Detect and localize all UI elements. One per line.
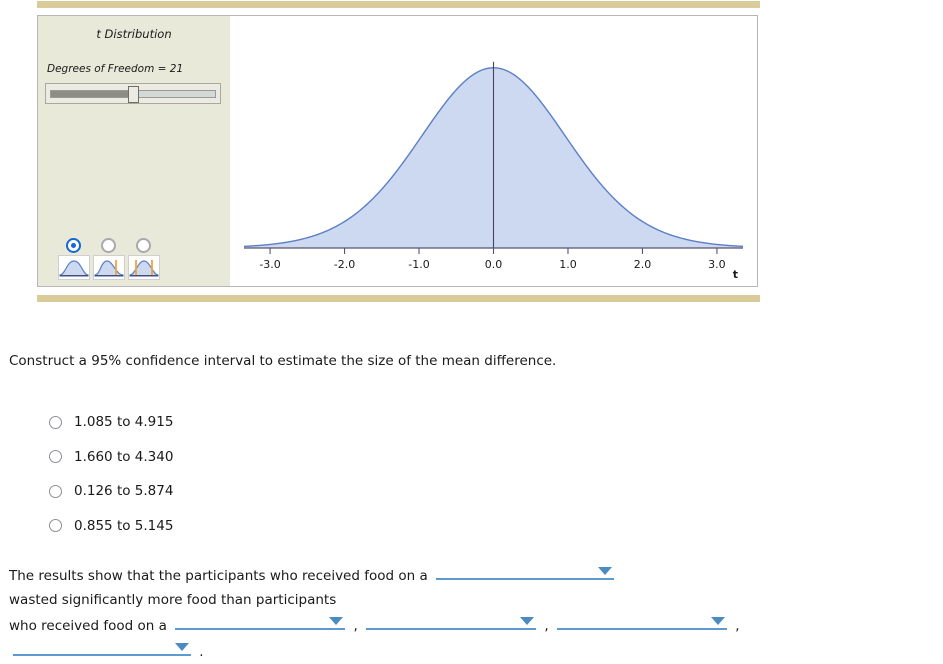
dropdown-plate-type-5[interactable] (13, 638, 191, 656)
two-tail-icon[interactable] (128, 255, 160, 280)
chevron-down-icon (329, 617, 344, 625)
conclusion-period: . (199, 644, 204, 660)
answer-radio-1[interactable] (49, 450, 62, 464)
slider-thumb[interactable] (128, 86, 139, 103)
one-tail-icon[interactable] (93, 255, 125, 280)
tail-mode-radio-group (58, 235, 218, 257)
x-tick-label-2: -1.0 (408, 258, 429, 271)
t-distribution-applet: t Distribution Degrees of Freedom = 21 -… (37, 15, 758, 287)
answer-label-0: 1.085 to 4.915 (74, 414, 174, 431)
dropdown-plate-type-2[interactable] (175, 612, 346, 630)
answer-choice-2[interactable]: 0.126 to 5.874 (49, 474, 449, 509)
degrees-of-freedom-slider[interactable] (45, 83, 221, 104)
degrees-of-freedom-label: Degrees of Freedom = 21 (47, 63, 184, 75)
conclusion-statement: The results show that the participants w… (9, 562, 934, 664)
question-prompt: Construct a 95% confidence interval to e… (9, 353, 557, 369)
chevron-down-icon (710, 617, 725, 625)
distribution-title: t Distribution (96, 27, 172, 41)
conclusion-fragment-3: who received food on a (9, 618, 167, 634)
x-tick-label-6: 3.0 (708, 258, 726, 271)
conclusion-fragment-2: wasted significantly more food than part… (9, 592, 337, 608)
x-tick-label-3: 0.0 (485, 258, 503, 271)
answer-label-1: 1.660 to 4.340 (74, 448, 174, 465)
chevron-down-icon (520, 617, 535, 625)
conclusion-comma-2: , (544, 618, 549, 634)
answer-radio-3[interactable] (49, 519, 62, 533)
answer-label-3: 0.855 to 5.145 (74, 517, 174, 534)
conclusion-comma-1: , (353, 618, 358, 634)
x-axis-title: t (733, 268, 738, 281)
dropdown-plate-type-3[interactable] (366, 612, 537, 630)
answer-radio-0[interactable] (49, 415, 62, 429)
dropdown-plate-type-4[interactable] (556, 612, 727, 630)
tail-mode-radio-0[interactable] (66, 238, 81, 253)
no-tails-icon[interactable] (58, 255, 90, 280)
answer-label-2: 0.126 to 5.874 (74, 483, 174, 500)
answer-choice-3[interactable]: 0.855 to 5.145 (49, 509, 449, 544)
x-tick-label-4: 1.0 (559, 258, 577, 271)
answer-radio-2[interactable] (49, 484, 62, 498)
x-tick-label-0: -3.0 (259, 258, 280, 271)
tail-mode-radio-1[interactable] (101, 238, 116, 253)
x-axis-tick-labels: -3.0 -2.0 -1.0 0.0 1.0 2.0 3.0 (259, 258, 725, 271)
answer-choice-0[interactable]: 1.085 to 4.915 (49, 405, 449, 440)
conclusion-fragment-1: The results show that the participants w… (9, 568, 428, 584)
chevron-down-icon (598, 567, 613, 575)
t-distribution-chart: -3.0 -2.0 -1.0 0.0 1.0 2.0 3.0 t (230, 16, 757, 286)
chevron-down-icon (175, 643, 189, 651)
x-tick-label-5: 2.0 (634, 258, 652, 271)
dropdown-plate-type-1[interactable] (436, 562, 615, 580)
applet-control-panel: t Distribution Degrees of Freedom = 21 (38, 16, 230, 286)
x-tick-label-1: -2.0 (334, 258, 355, 271)
chart-canvas: -3.0 -2.0 -1.0 0.0 1.0 2.0 3.0 t (243, 61, 744, 281)
answer-choice-list: 1.085 to 4.915 1.660 to 4.340 0.126 to 5… (49, 405, 449, 543)
slider-fill (51, 91, 129, 97)
tail-mode-radio-2[interactable] (136, 238, 151, 253)
answer-choice-1[interactable]: 1.660 to 4.340 (49, 440, 449, 475)
tail-mode-icon-row (58, 255, 218, 281)
top-accent-bar (37, 1, 760, 8)
conclusion-comma-3: , (735, 618, 740, 634)
x-axis-ticks (269, 248, 718, 254)
bottom-accent-bar (37, 295, 760, 302)
